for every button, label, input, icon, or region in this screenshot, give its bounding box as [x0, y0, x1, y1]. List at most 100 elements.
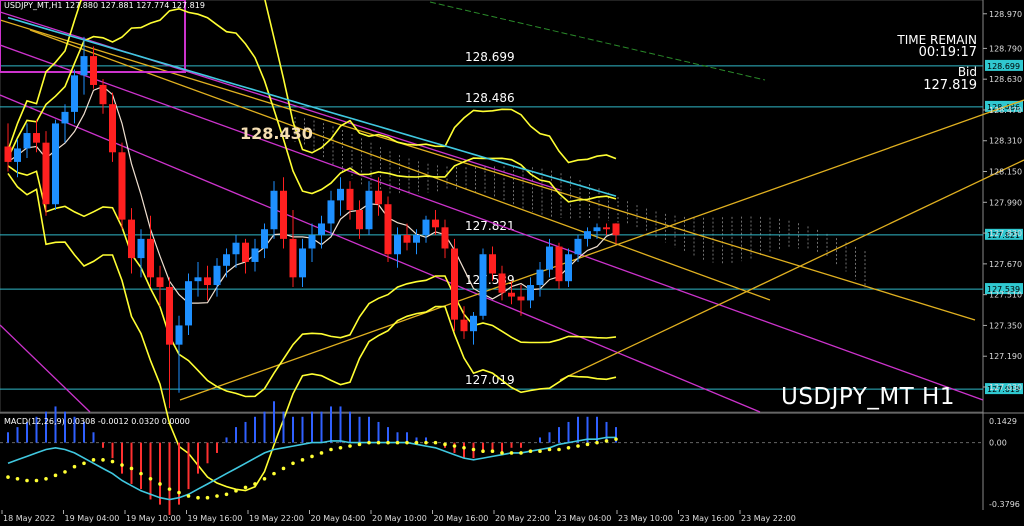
- macd-signal-dot: [595, 440, 599, 445]
- macd-signal-dot: [538, 449, 542, 454]
- candle-body: [128, 219, 135, 259]
- macd-signal-dot: [300, 458, 305, 462]
- macd-signal-dot: [424, 440, 428, 445]
- time-tick-label: 19 May 10:00: [126, 514, 181, 523]
- macd-signal-dot: [414, 440, 419, 445]
- time-tick-label: 20 May 16:00: [434, 514, 489, 523]
- candle-body: [460, 319, 468, 332]
- candle-body: [593, 227, 601, 232]
- macd-signal-dot: [262, 476, 267, 481]
- candle-body: [479, 254, 487, 316]
- macd-signal-dot: [509, 451, 514, 455]
- macd-signal-dot: [44, 476, 48, 481]
- macd-signal-dot: [186, 494, 191, 498]
- candle-body: [327, 200, 335, 224]
- macd-signal-dot: [224, 492, 229, 497]
- macd-tick-label: 0.1429: [989, 417, 1017, 426]
- macd-signal-dot: [481, 449, 485, 454]
- macd-tick-label: -0.3796: [989, 500, 1020, 509]
- candle-body: [175, 325, 183, 345]
- macd-signal-dot: [215, 494, 219, 498]
- macd-signal-dot: [72, 464, 77, 469]
- candle-body: [118, 152, 126, 220]
- macd-signal-dot: [281, 466, 286, 471]
- bollinger-upper: [7, 7, 617, 203]
- macd-signal-dot: [129, 466, 134, 471]
- macd-tick-label: 0.00: [989, 439, 1007, 448]
- candle-body: [394, 235, 401, 255]
- price-tick-label: 128.970: [989, 10, 1022, 19]
- chart-header: USDJPY_MT,H1 127.880 127.881 127.774 127…: [4, 1, 205, 10]
- candle-body: [603, 227, 610, 230]
- price-chart[interactable]: 128.699128.699128.486128.486127.821127.8…: [0, 0, 1024, 526]
- candle-body: [109, 104, 116, 153]
- candle-body: [23, 133, 31, 149]
- macd-signal-dot: [6, 475, 10, 479]
- candle-body: [270, 190, 278, 230]
- level-tag-text: 128.699: [987, 62, 1020, 71]
- time-axis: 18 May 2022 19 May 04:00 19 May 10:00 19 Ma…: [1, 510, 796, 523]
- macd-signal-dot: [386, 440, 390, 445]
- candle-body: [508, 292, 515, 297]
- price-tick-label: 127.030: [989, 383, 1022, 392]
- high-annotation: 128.430: [240, 124, 313, 143]
- candle-body: [213, 265, 221, 286]
- macd-signal-dot: [310, 454, 314, 459]
- candle-body: [42, 142, 50, 205]
- macd-signal-dot: [547, 447, 552, 452]
- time-tick-label: 20 May 10:00: [372, 514, 427, 523]
- candle-body: [166, 286, 173, 345]
- candle-body: [517, 296, 525, 301]
- candle-body: [289, 238, 297, 278]
- candle-body: [80, 56, 88, 76]
- price-tick-label: 128.790: [989, 44, 1022, 53]
- trend-line: [559, 159, 1024, 381]
- macd-signal-dot: [376, 440, 381, 445]
- price-tick-label: 127.670: [989, 260, 1022, 269]
- candle-body: [14, 148, 21, 162]
- candle-body: [527, 285, 534, 301]
- trend-line: [179, 99, 1024, 401]
- time-tick-label: 23 May 22:00: [741, 514, 796, 523]
- bid-label: Bid: [957, 65, 977, 79]
- candle-body: [308, 235, 316, 249]
- long-ma-line: [429, 1, 766, 81]
- macd-signal-dot: [500, 451, 504, 455]
- candle-body: [584, 231, 591, 239]
- macd-line: [7, 436, 616, 501]
- bid-value: 127.819: [923, 78, 977, 93]
- macd-signal-dot: [253, 482, 257, 486]
- candle-body: [242, 242, 249, 262]
- macd-signal-dot: [329, 447, 333, 452]
- candle-body: [413, 235, 420, 243]
- macd-signal-dot: [167, 487, 172, 491]
- macd-signal-dot: [25, 478, 29, 483]
- candle-body: [223, 254, 230, 266]
- level-label: 127.821: [465, 219, 515, 233]
- time-remain-value: 00:19:17: [918, 45, 977, 60]
- price-tick-label: 127.510: [989, 291, 1022, 300]
- macd-signal-dot: [82, 461, 86, 466]
- candle-body: [147, 238, 154, 278]
- price-tick-label: 128.630: [989, 75, 1022, 84]
- macd-signal-dot: [443, 442, 447, 447]
- time-tick-label: 19 May 22:00: [249, 514, 304, 523]
- level-label: 128.699: [465, 50, 515, 64]
- time-tick-label: 20 May 04:00: [311, 514, 366, 523]
- candle-body: [261, 229, 268, 249]
- macd-signal-dot: [205, 495, 210, 500]
- macd-signal-dot: [15, 476, 20, 481]
- macd-signal-dot: [34, 478, 39, 483]
- time-tick-label: 23 May 10:00: [618, 514, 673, 523]
- candle-body: [185, 281, 192, 326]
- price-tick-label: 127.990: [989, 198, 1022, 207]
- price-tick-label: 127.830: [989, 229, 1022, 238]
- candle-body: [356, 210, 363, 230]
- time-tick-label: 19 May 16:00: [188, 514, 243, 523]
- macd-signal-dot: [557, 447, 561, 452]
- macd-signal-dot: [348, 444, 352, 448]
- macd-header: MACD(12,26,9) 0.0308 -0.0012 0.0320 0.00…: [4, 417, 190, 426]
- macd-signal-dot: [139, 471, 143, 476]
- macd-signal-dot: [395, 440, 400, 445]
- horizontal-levels: 128.699128.699128.486128.486127.821127.8…: [0, 50, 1023, 395]
